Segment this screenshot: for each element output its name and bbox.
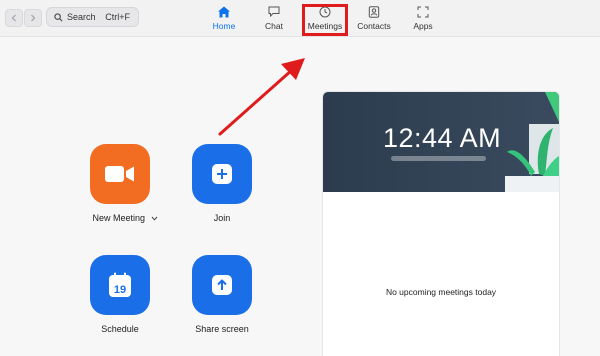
current-time: 12:44 AM — [383, 123, 502, 153]
share-screen-label: Share screen — [195, 324, 249, 334]
join-button[interactable] — [192, 144, 252, 204]
join-label: Join — [213, 213, 231, 223]
video-camera-icon — [105, 166, 134, 182]
current-date-blurred — [391, 156, 486, 161]
chevron-down-icon[interactable] — [151, 216, 158, 221]
share-upload-icon — [212, 275, 232, 295]
new-meeting-text: New Meeting — [92, 213, 145, 223]
new-meeting-label[interactable]: New Meeting — [80, 213, 170, 223]
calendar-day: 19 — [114, 284, 126, 296]
schedule-button[interactable]: 19 — [90, 255, 150, 315]
plus-icon — [212, 164, 232, 184]
no-meetings-message: No upcoming meetings today — [385, 287, 497, 297]
plant-decoration-icon — [505, 92, 559, 192]
schedule-label: Schedule — [101, 324, 139, 334]
calendar-icon: 19 — [109, 272, 131, 297]
clock-header: 12:44 AM — [323, 92, 559, 192]
upcoming-meetings-panel: 12:44 AM No upcoming meetings today — [322, 91, 560, 356]
new-meeting-button[interactable] — [90, 144, 150, 204]
share-screen-button[interactable] — [192, 255, 252, 315]
